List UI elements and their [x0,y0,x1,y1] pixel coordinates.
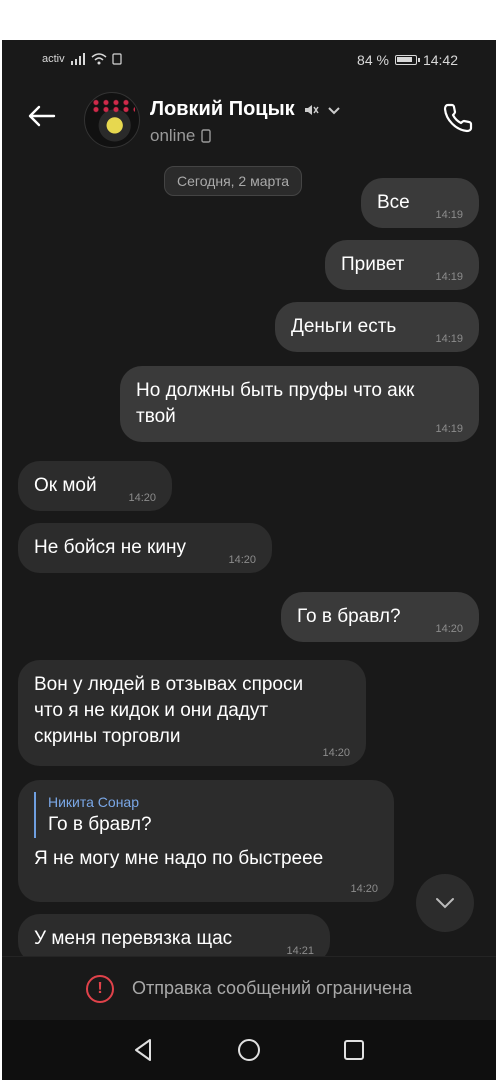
mobile-device-icon [201,129,212,143]
nav-home-icon[interactable] [235,1036,263,1064]
contact-name: Ловкий Поцык [150,98,295,120]
message-text: Вон у людей в отзывах спроси что я не ки… [34,674,304,747]
restricted-text: Отправка сообщений ограничена [132,978,412,998]
phone-icon[interactable] [440,100,476,136]
battery-icon [394,55,420,65]
status-text: online [150,126,196,145]
date-separator: Сегодня, 2 марта [164,166,303,196]
muted-icon [304,104,319,115]
message-text: Но должны быть пруфы что акк твой [136,380,415,427]
message-text: Привет [341,254,405,275]
message-text: Все [377,192,410,213]
clock: 14:42 [422,52,458,68]
message-text: Ок мой [34,475,97,496]
chat-header: Ловкий Поцык online [2,80,496,160]
reply-author: Никита Сонар [48,794,140,810]
message-text: Деньги есть [291,316,397,337]
sim-icon [112,53,122,65]
status-right: 84 % 14:42 [357,52,458,68]
reply-text: Го в бравл? [48,814,152,835]
reply-quote[interactable]: Никита Сонар Го в бравл? [34,792,378,838]
back-arrow-icon[interactable] [24,98,60,134]
message-time: 14:20 [322,747,350,759]
message-bubble-outgoing[interactable]: Но должны быть пруфы что акк твой 14:19 [120,366,479,442]
phone-screen: activ 84 % 14:42 Ловкий Поцык online Сег… [2,40,496,1080]
message-time: 14:19 [435,333,463,345]
message-bubble-outgoing[interactable]: Деньги есть 14:19 [275,302,479,352]
message-bubble-outgoing[interactable]: Все 14:19 [361,178,479,228]
message-time: 14:20 [350,883,378,895]
nav-back-icon[interactable] [130,1036,158,1064]
message-time: 14:19 [435,209,463,221]
signal-icon [70,53,85,65]
message-text: Го в бравл? [297,606,401,627]
system-nav-bar [2,1020,496,1080]
message-text: У меня перевязка щас [34,928,233,949]
message-text: Не бойся не кину [34,537,186,558]
message-bubble-outgoing[interactable]: Го в бравл? 14:20 [281,592,479,642]
message-time: 14:20 [128,492,156,504]
message-time: 14:20 [228,554,256,566]
message-bubble-reply[interactable]: Никита Сонар Го в бравл? Я не могу мне н… [18,780,394,902]
message-time: 14:19 [435,423,463,435]
contact-status: online [150,126,212,146]
status-bar: activ 84 % 14:42 [2,40,496,80]
scroll-to-bottom-button[interactable] [416,874,474,932]
message-bubble-incoming[interactable]: Не бойся не кину 14:20 [18,523,272,573]
wifi-icon [91,53,107,65]
contact-name-row[interactable]: Ловкий Поцык [150,98,341,121]
message-time: 14:20 [435,623,463,635]
message-bubble-incoming[interactable]: Ок мой 14:20 [18,461,172,511]
messaging-restricted-notice: ! Отправка сообщений ограничена [2,956,496,1020]
status-left: activ [42,53,122,65]
avatar[interactable] [84,92,140,148]
nav-recents-icon[interactable] [340,1036,368,1064]
message-time: 14:19 [435,271,463,283]
message-text: Я не могу мне надо по быстрееe [34,848,324,869]
warning-icon: ! [86,974,114,1003]
battery-percent: 84 % [357,52,389,68]
message-bubble-outgoing[interactable]: Привет 14:19 [325,240,479,290]
carrier-label: activ [42,53,65,65]
chevron-down-icon [327,106,340,114]
chevron-down-icon [436,898,454,909]
message-bubble-incoming[interactable]: Вон у людей в отзывах спроси что я не ки… [18,660,366,766]
